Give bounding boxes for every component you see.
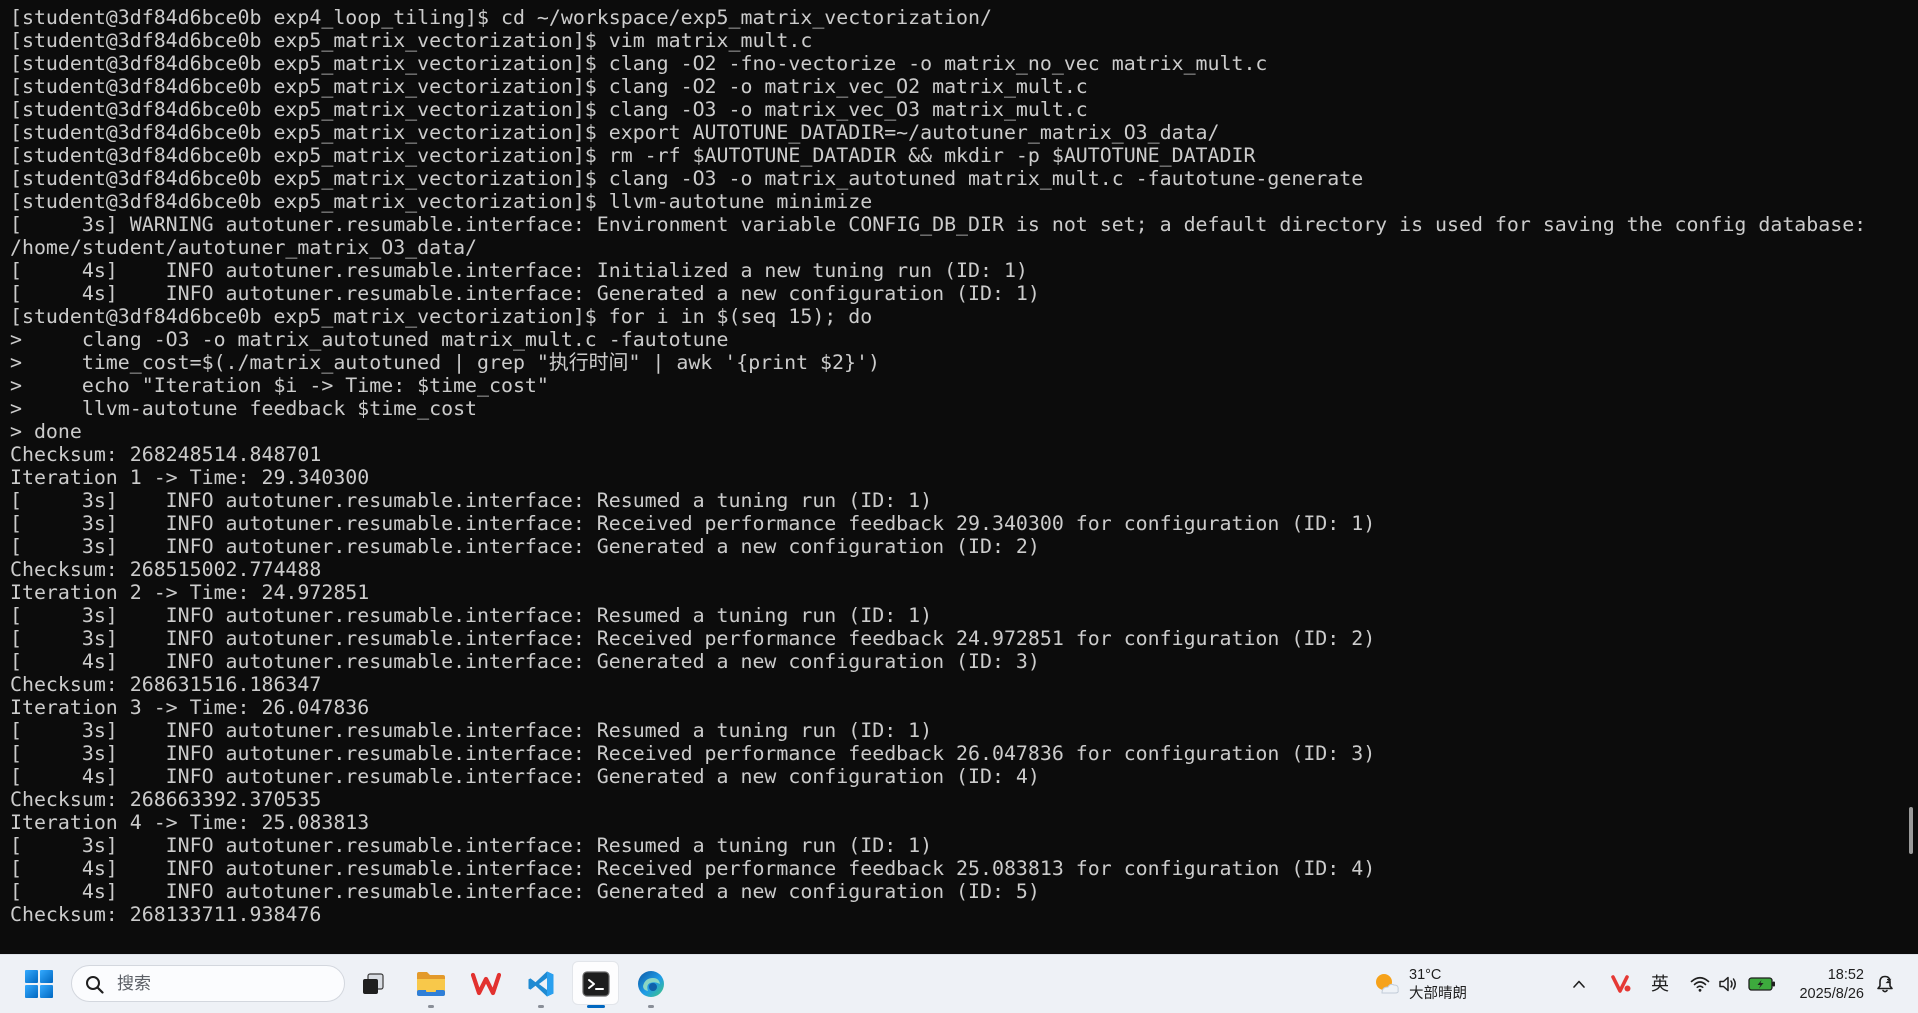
search-placeholder: 搜索: [117, 974, 151, 993]
wps-tray-icon[interactable]: [1610, 973, 1632, 995]
terminal-line: > done: [10, 419, 82, 443]
terminal-line: Checksum: 268515002.774488: [10, 557, 322, 581]
terminal-line: [student@3df84d6bce0b exp5_matrix_vector…: [10, 74, 1088, 98]
battery-icon[interactable]: [1748, 976, 1776, 992]
terminal-line: > echo "Iteration $i -> Time: $time_cost…: [10, 373, 549, 397]
terminal-line: [ 4s] INFO autotuner.resumable.interface…: [10, 879, 1040, 903]
edge-running-indicator: [648, 1005, 654, 1008]
terminal-line: [ 3s] INFO autotuner.resumable.interface…: [10, 511, 1376, 535]
terminal-icon[interactable]: [581, 969, 611, 999]
terminal-output: [student@3df84d6bce0b exp4_loop_tiling]$…: [10, 6, 1866, 926]
clock-time: 18:52: [1827, 967, 1864, 983]
terminal-line: [ 4s] INFO autotuner.resumable.interface…: [10, 281, 1040, 305]
terminal-line: [student@3df84d6bce0b exp5_matrix_vector…: [10, 51, 1268, 75]
system-clock[interactable]: 18:52 2025/8/26: [1799, 966, 1864, 1004]
terminal-line: Iteration 3 -> Time: 26.047836: [10, 695, 370, 719]
volume-icon[interactable]: [1718, 975, 1738, 993]
terminal-line: [ 3s] INFO autotuner.resumable.interface…: [10, 534, 1040, 558]
terminal-line: [student@3df84d6bce0b exp5_matrix_vector…: [10, 120, 1220, 144]
chevron-up-icon[interactable]: [1571, 976, 1587, 992]
vscode-running-indicator: [538, 1005, 544, 1008]
terminal-line: [ 4s] INFO autotuner.resumable.interface…: [10, 764, 1040, 788]
terminal-line: Checksum: 268631516.186347: [10, 672, 322, 696]
windows-logo-icon[interactable]: [25, 970, 53, 998]
terminal-line: [student@3df84d6bce0b exp5_matrix_vector…: [10, 143, 1256, 167]
weather-widget[interactable]: 31°C 大部晴朗: [1409, 966, 1467, 1004]
wps-office-icon[interactable]: [471, 971, 501, 997]
terminal-line: [student@3df84d6bce0b exp5_matrix_vector…: [10, 189, 873, 213]
notification-bell-icon[interactable]: [1875, 974, 1895, 994]
terminal-line: [student@3df84d6bce0b exp5_matrix_vector…: [10, 166, 1364, 190]
terminal-line: [ 3s] INFO autotuner.resumable.interface…: [10, 488, 933, 512]
terminal-line: > llvm-autotune feedback $time_cost: [10, 396, 478, 420]
scrollbar-thumb[interactable]: [1909, 807, 1913, 854]
search-icon: [85, 975, 104, 994]
terminal-line: [ 3s] INFO autotuner.resumable.interface…: [10, 718, 933, 742]
terminal-line: [student@3df84d6bce0b exp5_matrix_vector…: [10, 304, 873, 328]
terminal-line: [ 4s] INFO autotuner.resumable.interface…: [10, 649, 1040, 673]
terminal-line: Checksum: 268133711.938476: [10, 902, 322, 926]
terminal-line: Iteration 4 -> Time: 25.083813: [10, 810, 370, 834]
terminal-line: [student@3df84d6bce0b exp5_matrix_vector…: [10, 28, 813, 52]
vscode-icon[interactable]: [527, 970, 555, 998]
partly-sunny-icon[interactable]: [1372, 970, 1400, 998]
terminal-window[interactable]: [student@3df84d6bce0b exp4_loop_tiling]$…: [0, 0, 1918, 954]
terminal-line: [student@3df84d6bce0b exp4_loop_tiling]$…: [10, 5, 992, 29]
terminal-line: /home/student/autotuner_matrix_O3_data/: [10, 235, 478, 259]
task-view-icon[interactable]: [359, 970, 387, 998]
terminal-line: [student@3df84d6bce0b exp5_matrix_vector…: [10, 97, 1088, 121]
clock-date: 2025/8/26: [1799, 986, 1864, 1002]
terminal-line: [ 4s] INFO autotuner.resumable.interface…: [10, 856, 1376, 880]
terminal-line: [ 3s] INFO autotuner.resumable.interface…: [10, 833, 933, 857]
terminal-line: Iteration 2 -> Time: 24.972851: [10, 580, 370, 604]
terminal-line: [ 3s] INFO autotuner.resumable.interface…: [10, 603, 933, 627]
taskbar-search-box[interactable]: 搜索: [71, 965, 345, 1002]
terminal-line: > clang -O3 -o matrix_autotuned matrix_m…: [10, 327, 729, 351]
terminal-active-indicator: [587, 1005, 605, 1008]
terminal-line: Iteration 1 -> Time: 29.340300: [10, 465, 370, 489]
file-explorer-icon[interactable]: [415, 969, 447, 999]
edge-browser-icon[interactable]: [637, 970, 665, 998]
input-method-indicator[interactable]: 英: [1650, 973, 1670, 995]
wifi-icon[interactable]: [1690, 975, 1710, 993]
terminal-line: Checksum: 268663392.370535: [10, 787, 322, 811]
terminal-line: [ 3s] WARNING autotuner.resumable.interf…: [10, 212, 1867, 236]
weather-condition: 大部晴朗: [1409, 986, 1467, 1002]
terminal-line: Checksum: 268248514.848701: [10, 442, 322, 466]
terminal-line: > time_cost=$(./matrix_autotuned | grep …: [10, 350, 880, 374]
terminal-line: [ 3s] INFO autotuner.resumable.interface…: [10, 626, 1376, 650]
explorer-running-indicator: [428, 1005, 434, 1008]
weather-temperature: 31°C: [1409, 967, 1442, 983]
taskbar: 搜索 31°C 大部晴朗 英 18:52 2025/8/26: [0, 954, 1918, 1013]
terminal-line: [ 3s] INFO autotuner.resumable.interface…: [10, 741, 1376, 765]
terminal-line: [ 4s] INFO autotuner.resumable.interface…: [10, 258, 1028, 282]
